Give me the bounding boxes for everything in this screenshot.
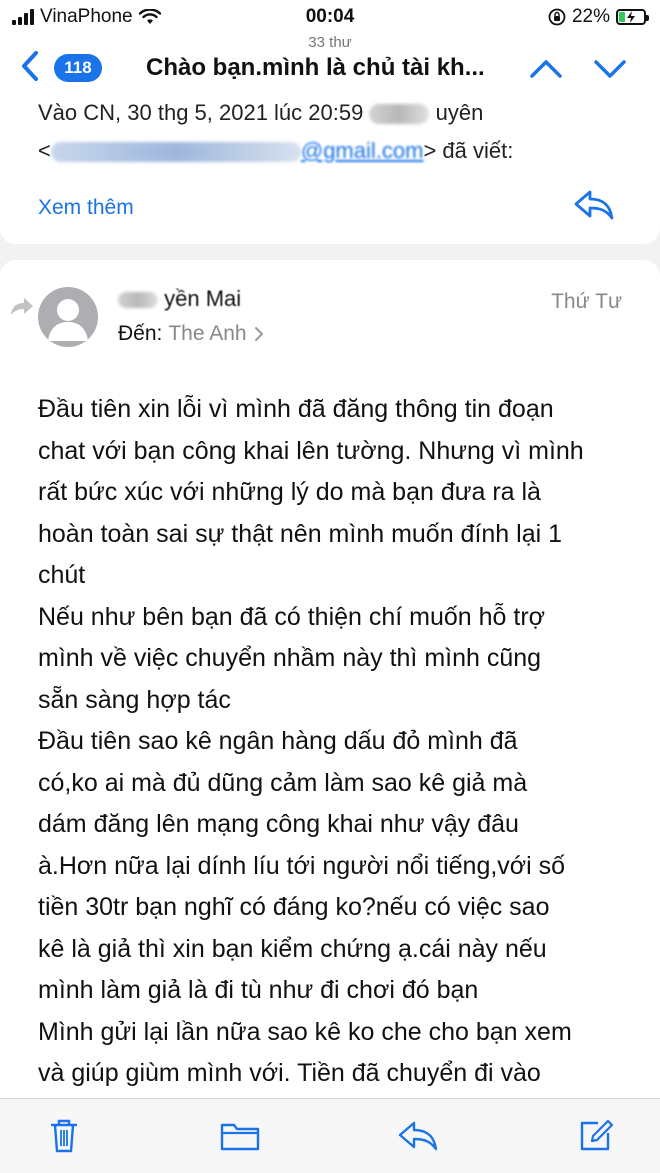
compose-icon[interactable] <box>576 1115 616 1155</box>
status-bar: VinaPhone 00:04 22% <box>0 0 660 34</box>
body-line: Nếu như bên bạn đã có thiện chí muốn hỗ … <box>38 602 546 631</box>
chevron-down-icon[interactable] <box>592 52 628 86</box>
message-date: Thứ Tư <box>551 290 622 313</box>
sender-visible: yền Mai <box>164 286 242 311</box>
show-more-link[interactable]: Xem thêm <box>38 196 134 220</box>
body-line: hoàn toàn sai sự thật nên mình muốn đính… <box>38 519 563 548</box>
body-line: chat với bạn công khai lên tường. Nhưng … <box>38 436 584 465</box>
body-line: có,ko ai mà đủ dũng cảm làm sao kê giả m… <box>38 768 528 797</box>
nav-bar: 33 thư 118 Chào bạn.mình là chủ tài kh..… <box>0 34 660 100</box>
inbox-count-badge[interactable]: 118 <box>54 54 102 82</box>
message-body: Đầu tiên xin lỗi vì mình đã đăng thông t… <box>38 389 638 1095</box>
body-line: mình về việc chuyển nhầm này thì mình cũ… <box>38 644 542 672</box>
body-line: dám đăng lên mạng công khai như vậy đâu <box>38 810 519 838</box>
email-open-bracket: < <box>38 138 51 163</box>
chevron-up-icon[interactable] <box>528 52 564 86</box>
quote-email-line: < @gmail.com> đã viết: <box>38 138 513 164</box>
battery-percent: 22% <box>571 6 610 27</box>
body-line: và giúp giùm mình với. Tiền đã chuyển đi… <box>38 1059 541 1087</box>
sender-name[interactable]: yền Mai <box>118 286 241 312</box>
quote-header-line: Vào CN, 30 thg 5, 2021 lúc 20:59 uyên <box>38 100 483 126</box>
bottom-toolbar <box>0 1098 660 1173</box>
thread-title: Chào bạn.mình là chủ tài kh... <box>146 54 485 81</box>
body-line: tiền 30tr bạn nghĩ có đáng ko?nếu có việ… <box>38 893 550 921</box>
redacted-name <box>369 104 430 125</box>
reply-icon[interactable] <box>572 186 616 222</box>
quote-wrote: > đã viết: <box>423 138 514 163</box>
recipient-row[interactable]: Đến: The Anh <box>118 322 265 346</box>
message-count: 33 thư <box>308 34 352 51</box>
orientation-lock-icon <box>548 8 566 26</box>
to-label: Đến: <box>118 322 163 345</box>
body-line: Đầu tiên sao kê ngân hàng dấu đỏ mình đã <box>38 727 518 755</box>
redacted-sender <box>118 292 158 309</box>
body-line: Mình gửi lại lần nữa sao kê ko che cho b… <box>38 1017 572 1046</box>
back-chevron-icon[interactable] <box>16 48 46 84</box>
chevron-right-icon <box>254 327 263 341</box>
quote-sender-partial: uyên <box>435 100 484 125</box>
battery-icon <box>616 9 649 25</box>
body-line: kê là giả thì xin bạn kiểm chứng ạ.cái n… <box>38 934 547 963</box>
body-line: à.Hơn nữa lại dính líu tới người nổi tiế… <box>38 851 566 880</box>
reply-icon[interactable] <box>396 1115 440 1155</box>
avatar <box>38 287 98 347</box>
previous-message-card[interactable]: Vào CN, 30 thg 5, 2021 lúc 20:59 uyên < @… <box>0 96 660 244</box>
forwarded-arrow-icon <box>11 298 33 315</box>
body-line: sẵn sàng hợp tác <box>38 685 231 714</box>
folder-icon[interactable] <box>218 1115 262 1155</box>
mail-screen: VinaPhone 00:04 22% 33 thư 118 Chào bạn.… <box>0 0 660 1173</box>
body-line: mình làm giả là đi tù như đi chơi đó bạn <box>38 976 479 1004</box>
redacted-email <box>50 142 301 163</box>
status-right: 22% <box>548 6 649 28</box>
body-line: rất bức xúc với những lý do mà bạn đưa r… <box>38 478 541 506</box>
body-line: Đầu tiên xin lỗi vì mình đã đăng thông t… <box>38 395 554 423</box>
quote-date: Vào CN, 30 thg 5, 2021 lúc 20:59 <box>38 100 364 125</box>
trash-icon[interactable] <box>44 1115 84 1155</box>
recipient-name[interactable]: The Anh <box>168 322 246 346</box>
body-line: chút <box>38 561 86 589</box>
battery-level <box>619 12 625 22</box>
email-domain[interactable]: @gmail.com <box>301 138 424 163</box>
